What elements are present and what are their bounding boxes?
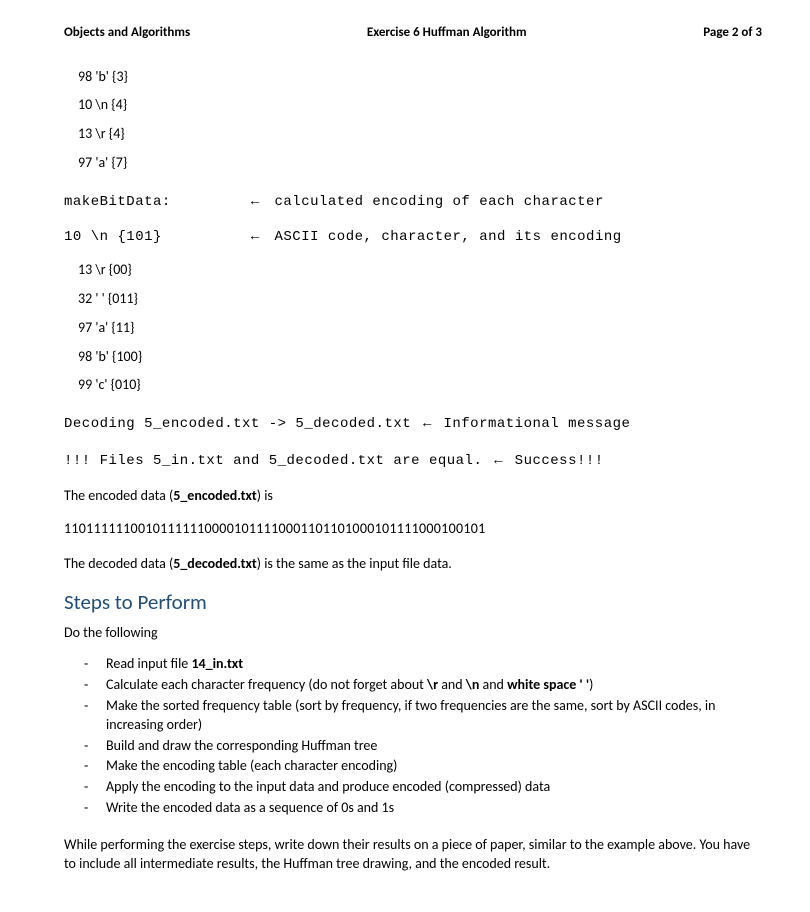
freq-line: 98 'b' {3} — [78, 68, 762, 87]
header-center: Exercise 6 Huffman Algorithm — [367, 24, 527, 42]
intro-pre: The decoded data ( — [64, 555, 173, 572]
left-arrow-icon: ← — [248, 226, 263, 245]
makebitdata-note: calculated encoding of each character — [275, 193, 604, 212]
intro-post: ) is — [257, 487, 273, 504]
makebitdata-row: makeBitData: ← calculated encoding of ea… — [64, 191, 762, 212]
list-item: Apply the encoding to the input data and… — [106, 778, 762, 797]
step-bold: \r — [427, 676, 438, 693]
enc-line: 99 'c' {010} — [78, 376, 762, 395]
binary-data: 1101111110010111111000010111100011011010… — [64, 520, 762, 539]
files-equal-message: !!! Files 5_in.txt and 5_decoded.txt are… — [64, 450, 762, 471]
step-bold: 14_in.txt — [191, 655, 243, 672]
step-text: and — [479, 676, 507, 693]
left-arrow-icon: ← — [248, 191, 263, 210]
freq-line: 13 \r {4} — [78, 125, 762, 144]
step-text: Read input file — [106, 655, 191, 672]
step-bold: white space ' ' — [507, 676, 589, 693]
encoding-example-note: ASCII code, character, and its encoding — [275, 228, 622, 247]
intro-bold: 5_encoded.txt — [173, 487, 257, 504]
enc-line: 97 'a' {11} — [78, 319, 762, 338]
enc-line: 32 ' ' {011} — [78, 290, 762, 309]
makebitdata-label: makeBitData: — [64, 193, 248, 212]
equal-text: !!! Files 5_in.txt and 5_decoded.txt are… — [64, 453, 491, 469]
intro-bold: 5_decoded.txt — [173, 555, 257, 572]
header-left: Objects and Algorithms — [64, 24, 190, 42]
decoded-data-intro: The decoded data (5_decoded.txt) is the … — [64, 555, 762, 574]
list-item: Build and draw the corresponding Huffman… — [106, 737, 762, 756]
encoding-example-left: 10 \n {101} — [64, 228, 248, 247]
section-heading: Steps to Perform — [64, 588, 762, 616]
step-bold: \n — [466, 676, 480, 693]
decoding-note: Informational message — [435, 416, 631, 432]
closing-paragraph: While performing the exercise steps, wri… — [64, 836, 762, 874]
frequency-list: 98 'b' {3} 10 \n {4} 13 \r {4} 97 'a' {7… — [78, 68, 762, 174]
steps-list: Read input file 14_in.txt Calculate each… — [106, 655, 762, 818]
intro-pre: The encoded data ( — [64, 487, 173, 504]
encoding-example-row: 10 \n {101} ← ASCII code, character, and… — [64, 226, 762, 247]
decoding-message: Decoding 5_encoded.txt -> 5_decoded.txt … — [64, 413, 762, 434]
page-header: Objects and Algorithms Exercise 6 Huffma… — [64, 24, 762, 42]
encoding-list: 13 \r {00} 32 ' ' {011} 97 'a' {11} 98 '… — [78, 261, 762, 395]
equal-note: Success!!! — [506, 453, 604, 469]
left-arrow-icon: ← — [420, 414, 435, 430]
intro-post: ) is the same as the input file data. — [257, 555, 452, 572]
freq-line: 97 'a' {7} — [78, 154, 762, 173]
list-item: Write the encoded data as a sequence of … — [106, 799, 762, 818]
step-text: and — [438, 676, 466, 693]
list-item: Make the sorted frequency table (sort by… — [106, 697, 762, 735]
encoded-data-intro: The encoded data (5_encoded.txt) is — [64, 487, 762, 506]
list-item: Calculate each character frequency (do n… — [106, 676, 762, 695]
list-item: Read input file 14_in.txt — [106, 655, 762, 674]
enc-line: 98 'b' {100} — [78, 348, 762, 367]
freq-line: 10 \n {4} — [78, 96, 762, 115]
left-arrow-icon: ← — [491, 451, 506, 467]
step-text: ) — [589, 676, 593, 693]
do-following: Do the following — [64, 624, 762, 643]
step-text: Calculate each character frequency (do n… — [106, 676, 427, 693]
header-right: Page 2 of 3 — [703, 24, 762, 42]
enc-line: 13 \r {00} — [78, 261, 762, 280]
decoding-text: Decoding 5_encoded.txt -> 5_decoded.txt — [64, 416, 420, 432]
list-item: Make the encoding table (each character … — [106, 757, 762, 776]
